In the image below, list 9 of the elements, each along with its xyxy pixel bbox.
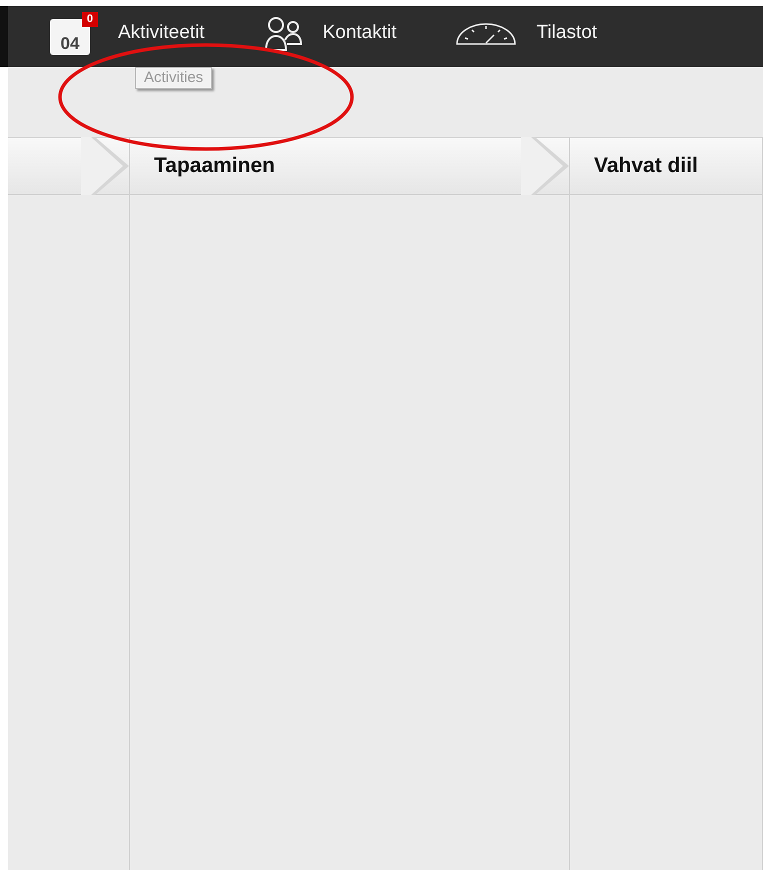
nav-link[interactable]: Kontaktit (262, 16, 397, 52)
people-icon (262, 16, 303, 52)
nav-link[interactable]: 04 0 Aktiviteetit (50, 12, 205, 55)
tooltip: Activities (135, 67, 212, 89)
notification-count: 0 (82, 12, 98, 27)
column-title: Vahvat diil (594, 153, 698, 180)
nav-link[interactable]: Tilastot (454, 19, 598, 48)
gauge-icon (454, 22, 517, 46)
column-title: Tapaaminen (154, 153, 275, 180)
